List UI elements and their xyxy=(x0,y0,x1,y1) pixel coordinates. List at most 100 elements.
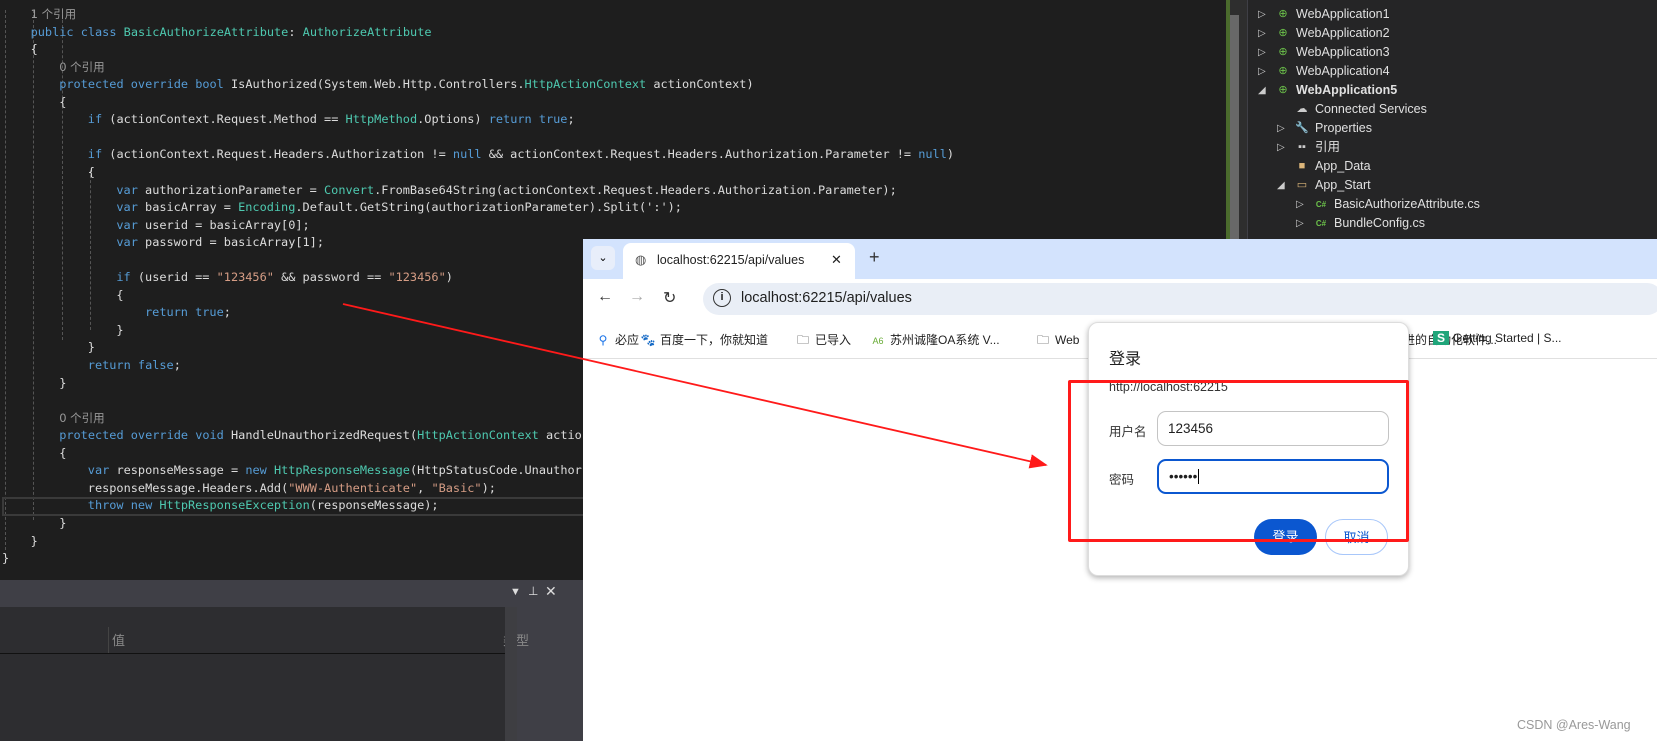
code-line: var userid = basicArray[0]; xyxy=(116,217,309,235)
code-token: : xyxy=(288,24,303,39)
tab-close-icon[interactable]: ✕ xyxy=(831,252,842,268)
close-icon[interactable]: ✕ xyxy=(545,583,557,600)
tree-item[interactable]: ▷ ⊕ WebApplication3 xyxy=(1258,43,1638,62)
collapsed-arrow-icon[interactable]: ▷ xyxy=(1277,119,1289,138)
code-token: HttpResponseException xyxy=(159,498,310,513)
tree-item[interactable]: ■ App_Data xyxy=(1277,157,1657,176)
folder-open-icon: ▭ xyxy=(1296,179,1308,191)
tree-item[interactable]: ▷ 🔧 Properties xyxy=(1277,119,1657,138)
web-project-icon: ⊕ xyxy=(1278,65,1288,77)
web-project-icon: ⊕ xyxy=(1278,46,1288,58)
code-line: } xyxy=(59,375,66,393)
tree-item-label: WebApplication3 xyxy=(1296,45,1390,59)
editor-scrollbar[interactable] xyxy=(1226,0,1247,240)
url-text[interactable]: localhost:62215/api/values xyxy=(741,290,912,306)
tree-item[interactable]: ▷ ⊕ WebApplication1 xyxy=(1258,5,1638,24)
code-token: { xyxy=(87,164,95,179)
code-line: protected override void HandleUnauthoriz… xyxy=(59,427,582,445)
reload-icon[interactable]: ↻ xyxy=(663,288,676,308)
code-token: var xyxy=(116,200,138,215)
column-header-value[interactable]: 值 xyxy=(112,630,125,649)
locals-grid xyxy=(0,627,505,741)
back-icon[interactable]: ← xyxy=(597,288,613,306)
collapsed-arrow-icon[interactable]: ▷ xyxy=(1258,24,1270,43)
code-line: } xyxy=(2,550,9,568)
cancel-button[interactable]: 取消 xyxy=(1325,519,1388,555)
bottom-panel: ▼ ⊥ ✕ 值 类型 xyxy=(0,580,600,741)
pin-icon[interactable]: ⊥ xyxy=(528,584,538,598)
code-token: { xyxy=(59,94,67,109)
code-token: (userid == xyxy=(130,270,217,285)
tree-item[interactable]: ▷ ⊕ WebApplication2 xyxy=(1258,24,1638,43)
tab-search-button[interactable]: ⌄ xyxy=(591,246,615,270)
address-bar[interactable]: i localhost:62215/api/values xyxy=(703,283,1657,315)
wrench-icon: 🔧 xyxy=(1295,122,1309,134)
tree-item[interactable]: ▷ C# BundleConfig.cs xyxy=(1296,214,1657,233)
bookmark-baidu[interactable]: 🐾 百度一下，你就知道 xyxy=(640,331,769,348)
bookmark-getting-started[interactable]: S Getting Started | S... xyxy=(1433,331,1562,345)
expanded-arrow-icon[interactable]: ◢ xyxy=(1258,81,1270,100)
code-token: responseMessage = xyxy=(109,463,246,478)
collapsed-arrow-icon[interactable]: ▷ xyxy=(1258,5,1270,24)
code-token: ; xyxy=(223,305,231,320)
bookmark-folder-web[interactable]: 🗀 Web xyxy=(1035,331,1079,352)
tree-item[interactable]: ▷ ⊕ WebApplication4 xyxy=(1258,62,1638,81)
collapsed-arrow-icon[interactable]: ▷ xyxy=(1277,138,1289,157)
code-line: var password = basicArray[1]; xyxy=(116,234,324,252)
bookmark-folder-imported[interactable]: 🗀 已导入 xyxy=(795,331,851,352)
code-line: return true; xyxy=(145,304,231,322)
site-info-icon[interactable]: i xyxy=(713,289,731,307)
code-line: throw new HttpResponseException(response… xyxy=(88,497,439,515)
username-input[interactable]: 123456 xyxy=(1157,411,1389,446)
code-lens-references[interactable]: 0 个引用 xyxy=(59,59,104,77)
code-token: protected override void xyxy=(59,428,231,443)
bookmark-label: 必应 xyxy=(615,333,640,347)
code-lens-references[interactable]: 0 个引用 xyxy=(59,410,104,428)
code-token: { xyxy=(59,445,67,460)
login-button[interactable]: 登录 xyxy=(1254,519,1317,555)
bookmark-oa[interactable]: A6 苏州诚隆OA系统 V... xyxy=(870,331,999,348)
code-token: if xyxy=(87,147,103,162)
tree-item[interactable]: ▷ C# BasicAuthorizeAttribute.cs xyxy=(1296,195,1657,214)
code-token: new xyxy=(245,463,274,478)
collapsed-arrow-icon[interactable]: ▷ xyxy=(1258,43,1270,62)
code-token: "Basic" xyxy=(431,480,482,495)
collapsed-arrow-icon[interactable]: ▷ xyxy=(1296,214,1308,233)
bookmark-label: Getting Started | S... xyxy=(1453,331,1562,345)
tree-item[interactable]: ☁ Connected Services xyxy=(1277,100,1657,119)
tree-item[interactable]: ◢ ⊕ WebApplication5 xyxy=(1258,81,1638,100)
browser-tab[interactable]: ◍ localhost:62215/api/values ✕ xyxy=(623,243,855,279)
tree-item[interactable]: ▷ ▪▪ 引用 xyxy=(1277,138,1657,157)
dropdown-icon[interactable]: ▼ xyxy=(510,586,521,598)
code-line: } xyxy=(59,515,66,533)
code-token: "123456" xyxy=(216,270,274,285)
text-cursor xyxy=(1198,469,1200,484)
new-tab-button[interactable]: + xyxy=(869,247,880,268)
code-lens-references[interactable]: 1 个引用 xyxy=(31,6,76,24)
code-line: { xyxy=(59,94,66,112)
tree-item-label: WebApplication4 xyxy=(1296,64,1390,78)
folder-icon: 🗀 xyxy=(1036,333,1049,347)
collapsed-arrow-icon[interactable]: ▷ xyxy=(1258,62,1270,81)
code-token: ) xyxy=(445,270,453,285)
code-token: null xyxy=(452,147,482,162)
code-token: Encoding xyxy=(238,200,296,215)
code-token: public class xyxy=(30,24,124,39)
tree-item[interactable]: ◢ ▭ App_Start xyxy=(1277,176,1657,195)
password-input[interactable]: •••••• xyxy=(1157,459,1389,494)
code-token: 0 个引用 xyxy=(59,410,105,425)
code-token: var xyxy=(116,217,138,232)
forward-icon[interactable]: → xyxy=(629,288,645,306)
expanded-arrow-icon[interactable]: ◢ xyxy=(1277,176,1289,195)
collapsed-arrow-icon[interactable]: ▷ xyxy=(1296,195,1308,214)
username-label: 用户名 xyxy=(1109,425,1147,439)
code-token: { xyxy=(30,42,38,57)
scroll-thumb[interactable] xyxy=(1230,15,1239,240)
code-token: (responseMessage); xyxy=(309,498,439,513)
code-token: "WWW-Authenticate" xyxy=(288,480,418,495)
code-token: HttpResponseMessage xyxy=(273,463,410,478)
bookmark-bing[interactable]: ⚲ 必应 xyxy=(595,331,639,348)
web-project-icon: ⊕ xyxy=(1278,8,1288,20)
code-token: && actionContext.Request.Headers.Authori… xyxy=(481,147,919,162)
grid-scrollbar[interactable] xyxy=(505,607,517,741)
